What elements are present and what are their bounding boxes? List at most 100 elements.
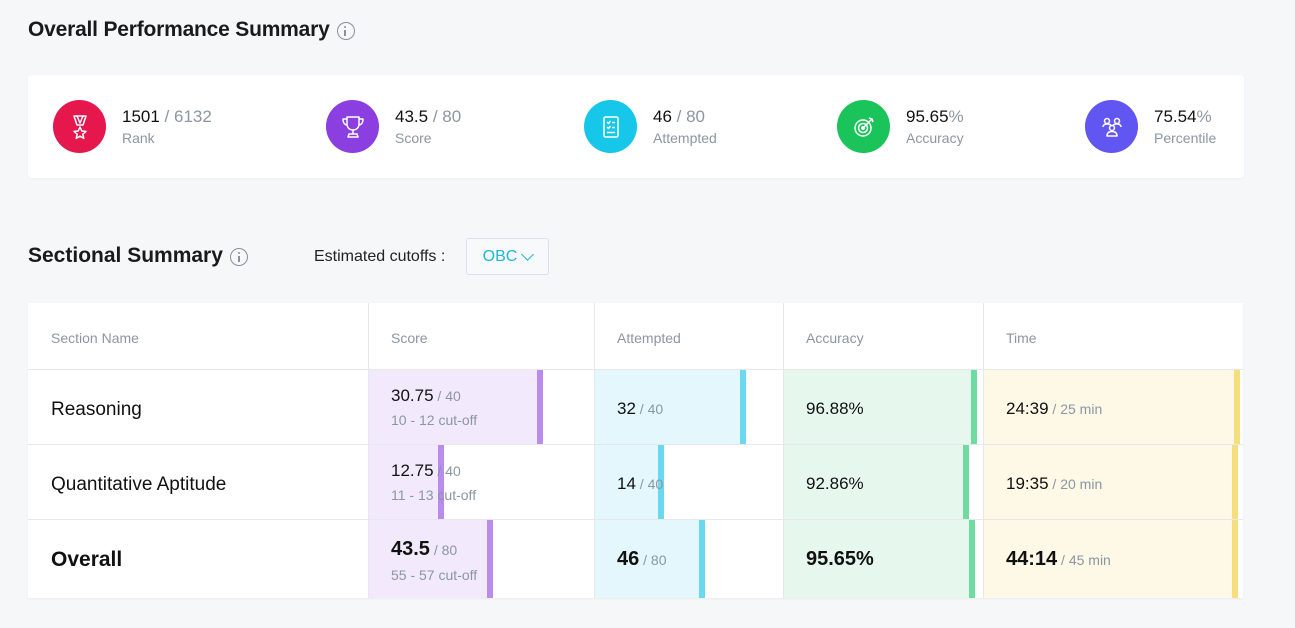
table-row: Overall 43.5 / 80 55 - 57 cut-off 46 / 80 95…	[28, 520, 1243, 598]
score-value: 30.75	[391, 386, 434, 405]
accuracy-cell: 92.86%	[783, 445, 983, 519]
header-accuracy: Accuracy	[806, 330, 864, 346]
column-divider	[983, 303, 984, 598]
attempted-value: 46	[617, 548, 640, 570]
attempted-cell: 46 / 80	[594, 520, 783, 598]
overall-summary-title-text: Overall Performance Summary	[28, 18, 330, 41]
cutoff-range: 11 - 13 cut-off	[391, 487, 477, 503]
attempted-max: / 80	[639, 552, 667, 568]
score-value: 12.75	[391, 461, 434, 480]
header-time: Time	[1006, 330, 1037, 346]
time-value: 19:35	[1006, 474, 1049, 493]
overall-summary-card: 1501 / 6132 Rank 43.5 / 80 Score 46 / 80…	[28, 75, 1244, 178]
percentile-label: Percentile	[1154, 130, 1217, 146]
score-progress-marker	[487, 520, 493, 598]
attempted-value: 32	[617, 399, 636, 418]
score-cell: 12.75 / 40 11 - 13 cut-off	[368, 445, 594, 519]
rank-total: / 6132	[159, 107, 212, 126]
attempted-total: / 80	[671, 107, 706, 126]
score-progress-marker	[537, 370, 543, 444]
time-cell: 24:39 / 25 min	[983, 370, 1243, 444]
info-icon[interactable]	[229, 248, 248, 266]
accuracy-cell: 95.65%	[783, 520, 983, 598]
info-icon[interactable]	[336, 22, 355, 40]
cutoff-range: 55 - 57 cut-off	[391, 567, 478, 583]
checklist-icon	[584, 100, 637, 153]
attempted-value: 46	[653, 107, 672, 126]
stat-rank: 1501 / 6132 Rank	[53, 100, 212, 153]
cutoff-range: 10 - 12 cut-off	[391, 412, 478, 428]
accuracy-value: 92.86%	[806, 474, 864, 493]
time-text: 24:39 / 25 min	[1006, 399, 1102, 419]
sectional-summary-title: Sectional Summary	[28, 244, 248, 268]
stat-score: 43.5 / 80 Score	[326, 100, 461, 153]
sectional-summary-table: Section Name Score Attempted Accuracy Ti…	[28, 303, 1243, 598]
section-name: Quantitative Aptitude	[51, 474, 227, 495]
rank-label: Rank	[122, 130, 155, 146]
section-name: Reasoning	[51, 399, 142, 420]
accuracy-progress-marker	[969, 520, 975, 598]
attempted-max: / 40	[635, 401, 664, 417]
stat-attempted: 46 / 80 Attempted	[584, 100, 717, 153]
time-max: / 45 min	[1057, 552, 1111, 568]
accuracy-text: 95.65%	[806, 548, 874, 571]
percentile-unit: %	[1196, 107, 1212, 126]
attempted-cell: 14 / 40	[594, 445, 783, 519]
time-cell: 44:14 / 45 min	[983, 520, 1243, 598]
sectional-summary-title-text: Sectional Summary	[28, 244, 223, 267]
accuracy-progress-marker	[971, 370, 977, 444]
score-label: Score	[395, 130, 432, 146]
score-max: / 40	[433, 388, 461, 404]
header-section-name: Section Name	[51, 330, 139, 346]
accuracy-text: 92.86%	[806, 474, 864, 494]
accuracy-value: 95.65%	[806, 548, 874, 570]
score-cell: 30.75 / 40 10 - 12 cut-off	[368, 370, 594, 444]
trophy-icon	[326, 100, 379, 153]
score-cell: 43.5 / 80 55 - 57 cut-off	[368, 520, 594, 598]
time-progress-marker	[1232, 445, 1238, 519]
score-max: / 40	[433, 463, 461, 479]
time-progress-marker	[1232, 520, 1238, 598]
column-divider	[783, 303, 784, 598]
stat-accuracy: 95.65% Accuracy	[837, 100, 964, 153]
score-value: 43.5	[395, 107, 429, 126]
accuracy-value: 96.88%	[806, 399, 864, 418]
people-icon	[1085, 100, 1138, 153]
time-value: 44:14	[1006, 548, 1058, 570]
header-attempted: Attempted	[617, 330, 681, 346]
time-max: / 20 min	[1048, 476, 1103, 492]
time-value: 24:39	[1006, 399, 1049, 418]
accuracy-unit: %	[948, 107, 964, 126]
accuracy-text: 96.88%	[806, 399, 864, 419]
medal-icon	[53, 100, 106, 153]
cutoff-selected-value: OBC	[482, 247, 518, 265]
attempted-text: 14 / 40	[617, 474, 663, 494]
attempted-text: 46 / 80	[617, 548, 667, 571]
column-divider	[368, 303, 369, 598]
attempted-label: Attempted	[653, 130, 717, 146]
attempted-cell: 32 / 40	[594, 370, 783, 444]
cutoff-category-dropdown[interactable]: OBC	[466, 238, 549, 275]
rank-value: 1501	[122, 107, 160, 126]
accuracy-progress-marker	[963, 445, 969, 519]
percentile-value: 75.54	[1154, 107, 1197, 126]
table-row: Reasoning 30.75 / 40 10 - 12 cut-off 32 / 4…	[28, 370, 1243, 445]
overall-summary-title: Overall Performance Summary	[28, 18, 355, 42]
attempted-progress-marker	[699, 520, 705, 598]
attempted-progress-marker	[740, 370, 746, 444]
attempted-progress-fill	[594, 370, 740, 444]
cutoff-label: Estimated cutoffs :	[314, 248, 446, 265]
stat-percentile: 75.54% Percentile	[1085, 100, 1216, 153]
score-text: 12.75 / 40 11 - 13 cut-off	[391, 461, 476, 503]
time-progress-marker	[1234, 370, 1240, 444]
target-icon	[837, 100, 890, 153]
score-value: 43.5	[391, 538, 430, 560]
table-header: Section Name Score Attempted Accuracy Ti…	[28, 303, 1243, 370]
header-score: Score	[391, 330, 428, 346]
score-text: 43.5 / 80 55 - 57 cut-off	[391, 538, 477, 583]
time-max: / 25 min	[1048, 401, 1103, 417]
attempted-max: / 40	[635, 476, 664, 492]
time-text: 19:35 / 20 min	[1006, 474, 1102, 494]
score-max: / 80	[429, 542, 458, 558]
attempted-text: 32 / 40	[617, 399, 663, 419]
